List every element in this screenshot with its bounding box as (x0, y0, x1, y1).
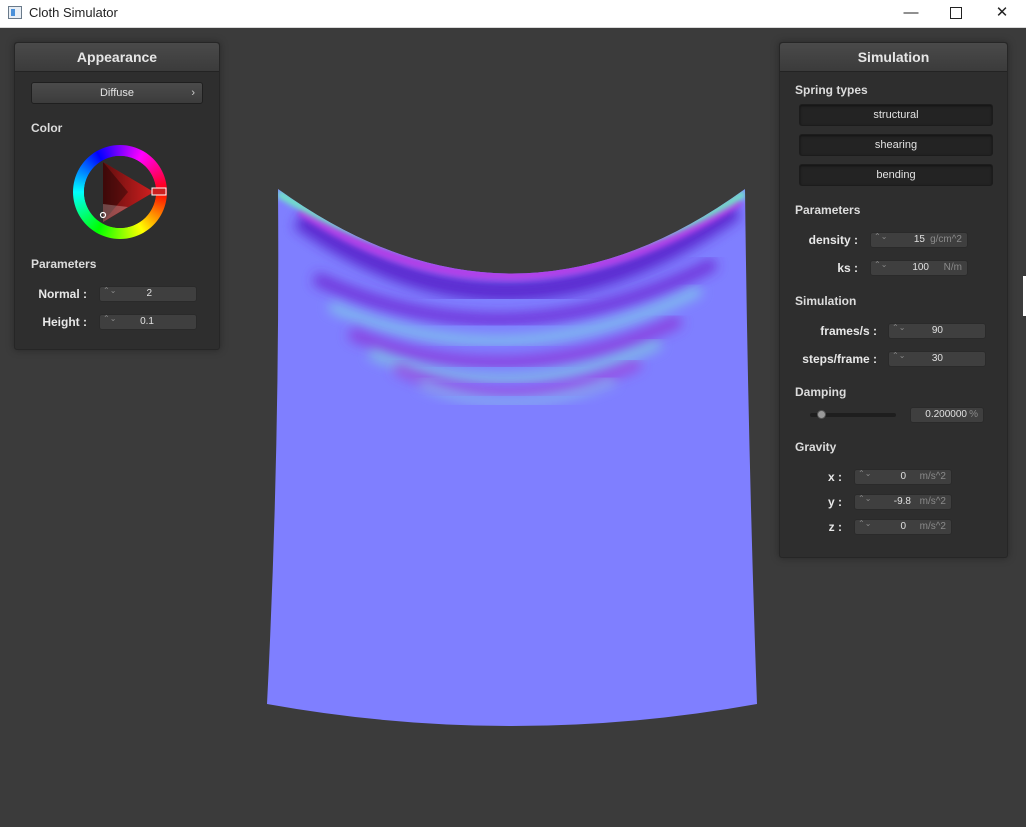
frames-input[interactable]: ⌃⌄ 90 (888, 323, 986, 339)
steps-label: steps/frame : (802, 352, 877, 366)
maximize-button[interactable] (933, 0, 979, 26)
spinner-icon[interactable]: ⌃⌄ (103, 287, 116, 295)
simulation-panel-title[interactable]: Simulation (780, 43, 1007, 72)
cloth-surface (267, 189, 757, 726)
height-label: Height : (42, 315, 87, 329)
simulation-parameters-label: Parameters (795, 203, 861, 217)
gravity-z-input[interactable]: ⌃⌄ 0 m/s^2 (854, 519, 952, 535)
window-title: Cloth Simulator (29, 5, 118, 20)
simulation-section-label: Simulation (795, 294, 857, 308)
density-label: density : (808, 233, 858, 247)
color-section-label: Color (31, 121, 63, 135)
damping-label: Damping (795, 385, 847, 399)
density-input[interactable]: ⌃⌄ 15 g/cm^2 (870, 232, 968, 248)
spinner-icon[interactable]: ⌃⌄ (103, 315, 116, 323)
appearance-panel: Appearance Diffuse › Color Parameters No… (14, 42, 220, 350)
spinner-icon[interactable]: ⌃⌄ (858, 520, 871, 528)
spinner-icon[interactable]: ⌃⌄ (892, 324, 905, 332)
gravity-x-input[interactable]: ⌃⌄ 0 m/s^2 (854, 469, 952, 485)
frames-label: frames/s : (820, 324, 877, 338)
spinner-icon[interactable]: ⌃⌄ (858, 495, 871, 503)
damping-slider-knob[interactable] (817, 410, 827, 419)
gravity-x-label: x : (827, 470, 842, 484)
chevron-right-icon: › (191, 87, 195, 99)
spinner-icon[interactable]: ⌃⌄ (874, 261, 887, 269)
spinner-icon[interactable]: ⌃⌄ (858, 470, 871, 478)
height-input[interactable]: ⌃⌄ 0.1 (99, 314, 197, 330)
close-button[interactable]: ✕ (979, 0, 1025, 26)
spring-types-label: Spring types (795, 83, 868, 97)
damping-input[interactable]: 0.200000 % (910, 407, 984, 423)
structural-toggle[interactable]: structural (799, 104, 993, 126)
title-bar: Cloth Simulator — ✕ (0, 0, 1026, 28)
appearance-parameters-label: Parameters (31, 257, 97, 271)
shearing-toggle[interactable]: shearing (799, 134, 993, 156)
ks-input[interactable]: ⌃⌄ 100 N/m (870, 260, 968, 276)
gravity-label: Gravity (795, 440, 837, 454)
ks-label: ks : (837, 261, 858, 275)
bending-toggle[interactable]: bending (799, 164, 993, 186)
gravity-z-label: z : (828, 520, 842, 534)
spinner-icon[interactable]: ⌃⌄ (874, 233, 887, 241)
minimize-button[interactable]: — (888, 0, 934, 26)
simulation-panel: Simulation Spring types structural shear… (779, 42, 1008, 558)
normal-label: Normal : (38, 287, 87, 301)
normal-input[interactable]: ⌃⌄ 2 (99, 286, 197, 302)
app-icon (8, 6, 22, 19)
shader-dropdown-label: Diffuse (99, 87, 135, 99)
appearance-panel-title[interactable]: Appearance (15, 43, 219, 72)
hue-handle[interactable] (151, 187, 167, 196)
gravity-y-label: y : (827, 495, 842, 509)
color-wheel[interactable] (72, 144, 168, 240)
spinner-icon[interactable]: ⌃⌄ (892, 352, 905, 360)
shader-dropdown[interactable]: Diffuse › (31, 82, 203, 104)
gravity-y-input[interactable]: ⌃⌄ -9.8 m/s^2 (854, 494, 952, 510)
maximize-icon (950, 7, 962, 20)
steps-input[interactable]: ⌃⌄ 30 (888, 351, 986, 367)
